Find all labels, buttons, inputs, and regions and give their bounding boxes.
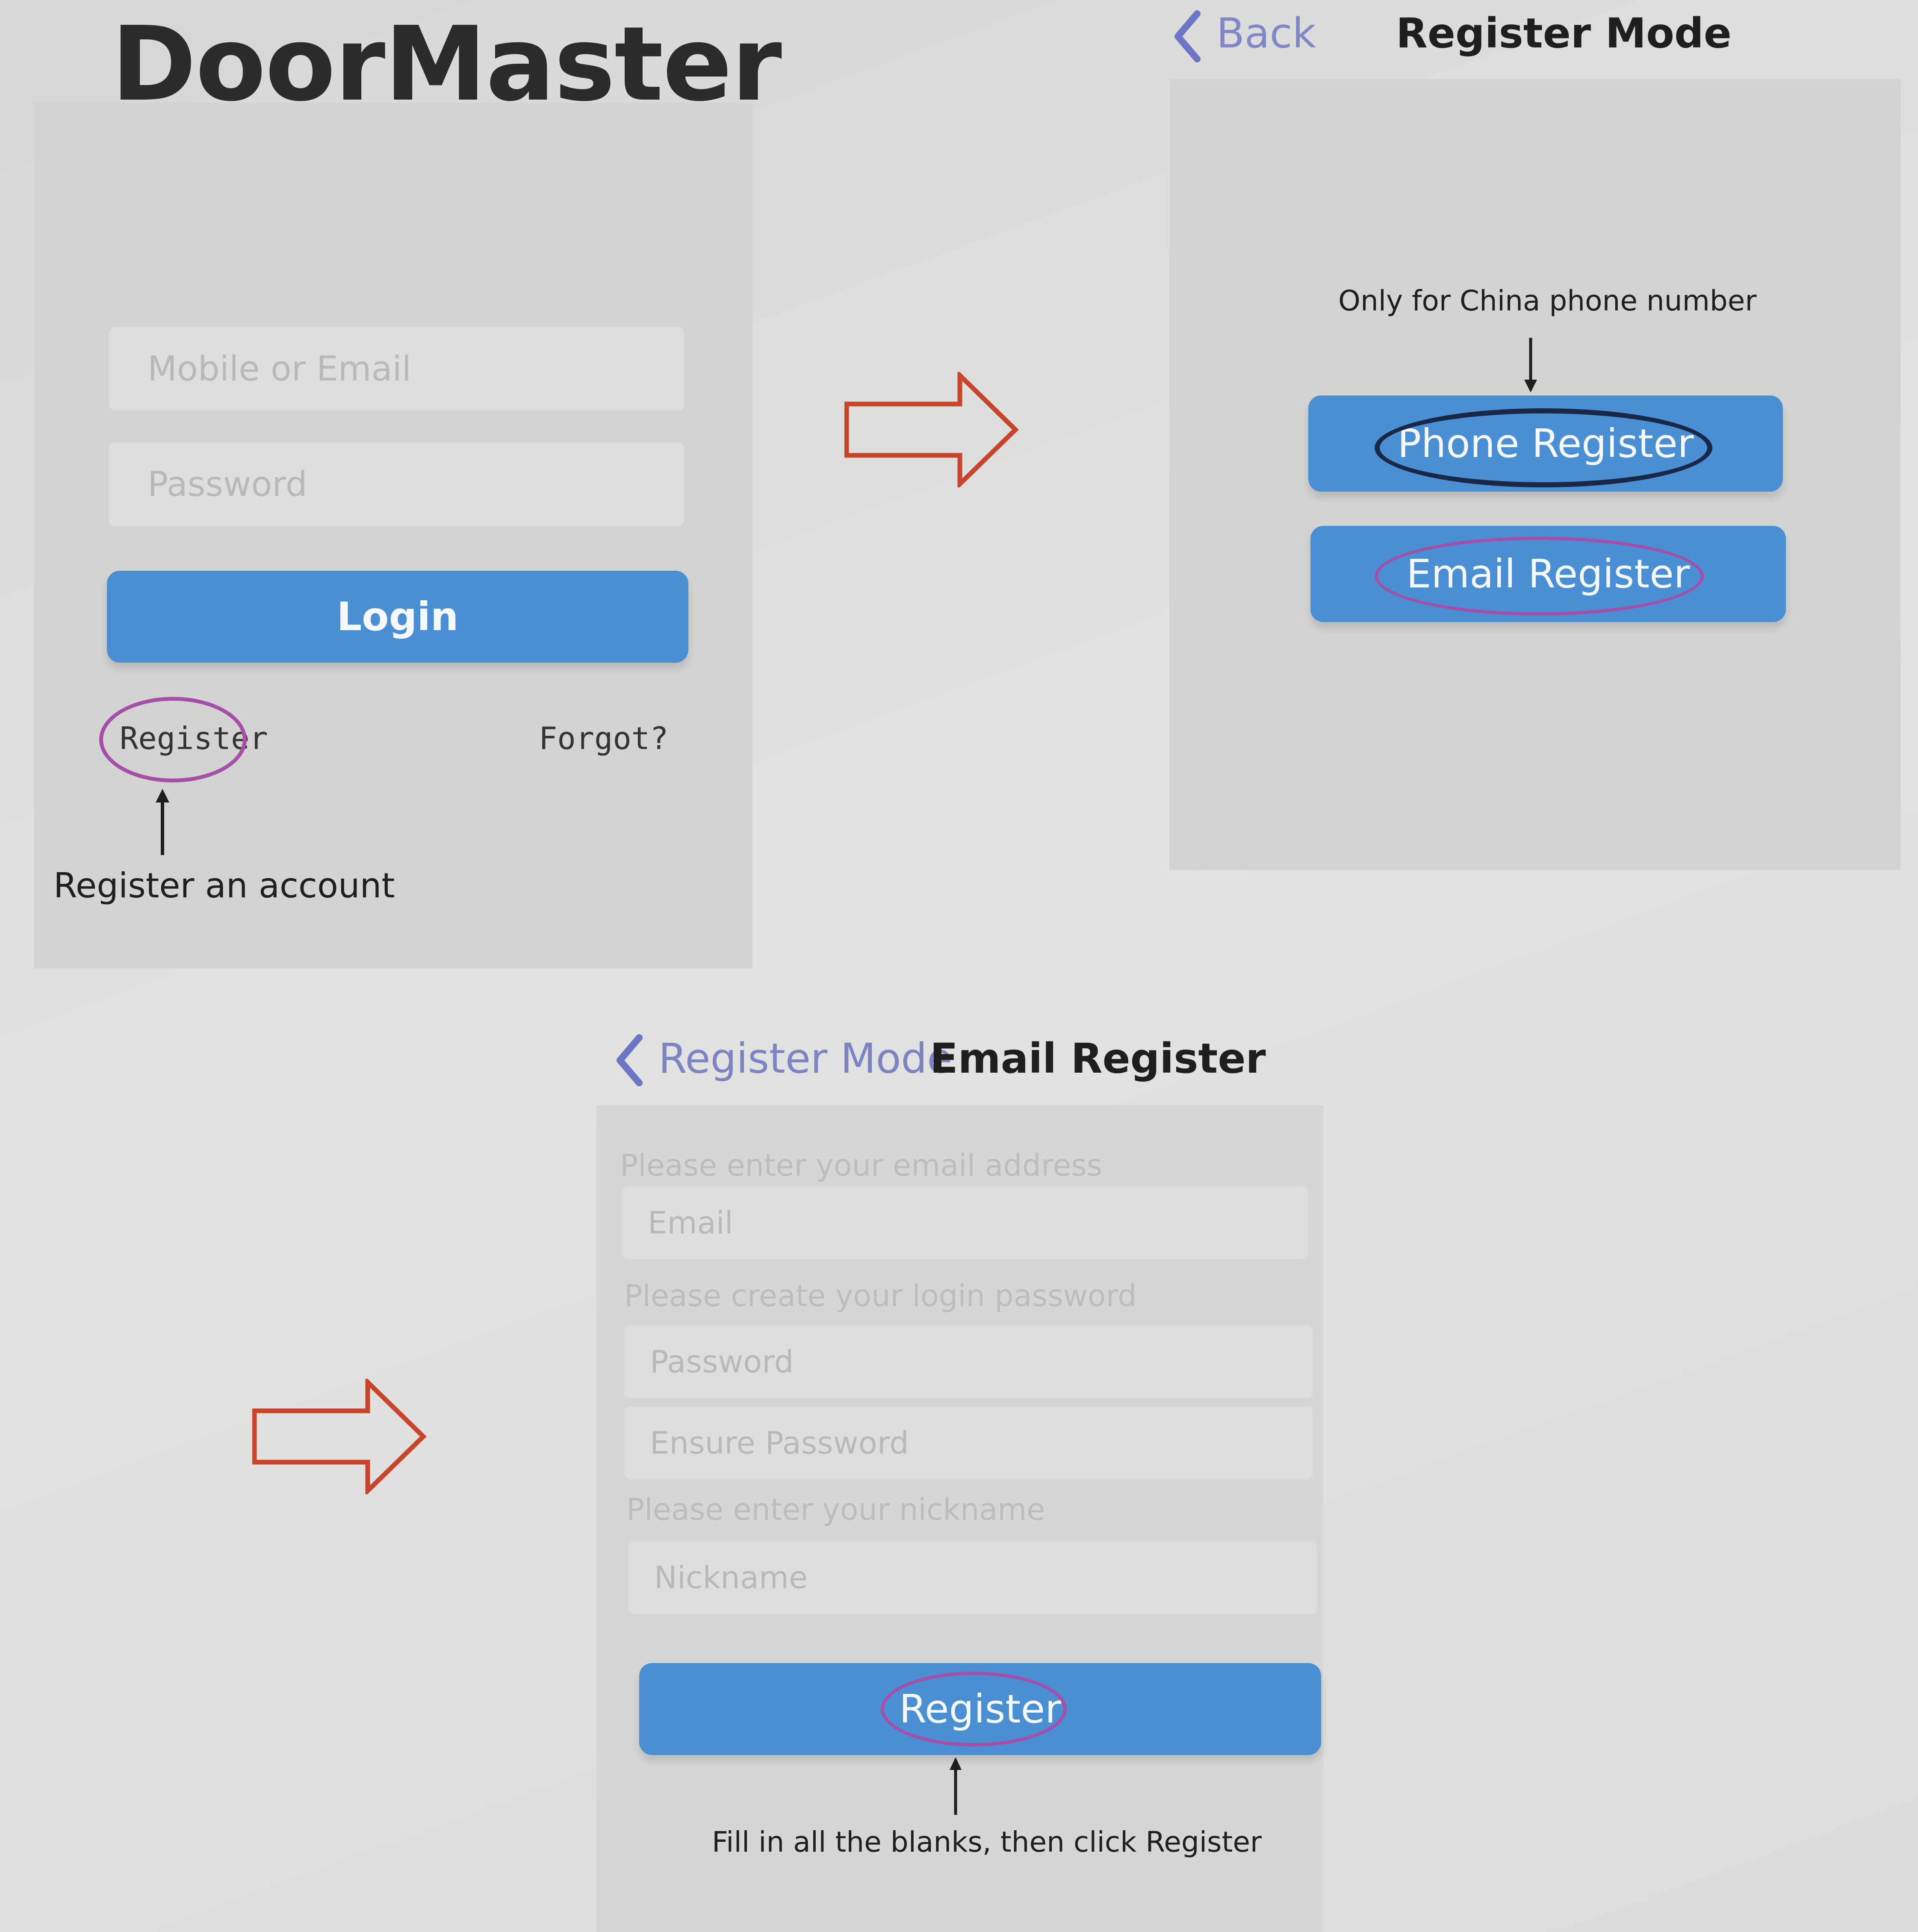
new-password-input[interactable]: Password — [624, 1325, 1313, 1398]
chevron-left-icon[interactable] — [1169, 9, 1208, 64]
email-register-label: Email Register — [1406, 551, 1690, 597]
phone-register-label: Phone Register — [1397, 421, 1694, 466]
arrow-down-icon — [1524, 338, 1537, 392]
register-link[interactable]: Register — [120, 720, 268, 756]
right-arrow-icon — [252, 1379, 427, 1494]
arrow-up-icon — [950, 1757, 962, 1815]
password-placeholder: Password — [148, 464, 307, 504]
password-input[interactable]: Password — [109, 442, 684, 526]
forgot-link[interactable]: Forgot? — [539, 720, 668, 756]
login-button[interactable]: Login — [107, 571, 688, 663]
nickname-placeholder: Nickname — [654, 1560, 808, 1596]
nickname-input[interactable]: Nickname — [629, 1541, 1317, 1614]
fill-blanks-annotation: Fill in all the blanks, then click Regis… — [712, 1826, 1262, 1858]
email-input[interactable]: Email — [622, 1186, 1308, 1259]
email-submit-register-button[interactable]: Register — [639, 1663, 1321, 1755]
chevron-left-icon[interactable] — [611, 1032, 650, 1088]
arrow-up-icon — [156, 789, 169, 855]
email-register-title: Email Register — [930, 1035, 1266, 1083]
email-placeholder: Email — [648, 1205, 733, 1241]
confirm-password-input[interactable]: Ensure Password — [624, 1407, 1313, 1479]
register-mode-title: Register Mode — [1396, 9, 1732, 57]
right-arrow-icon — [844, 372, 1019, 487]
email-register-button[interactable]: Email Register — [1310, 526, 1786, 622]
confirm-password-placeholder: Ensure Password — [650, 1425, 909, 1461]
phone-annotation: Only for China phone number — [1338, 284, 1757, 317]
back-to-register-mode[interactable]: Register Mode — [658, 1035, 952, 1083]
register-annotation: Register an account — [53, 866, 395, 906]
account-input[interactable]: Mobile or Email — [109, 327, 684, 410]
account-placeholder: Mobile or Email — [148, 349, 412, 389]
email-hint: Please enter your email address — [620, 1148, 1103, 1183]
nickname-hint: Please enter your nickname — [626, 1492, 1045, 1527]
login-button-label: Login — [336, 594, 459, 640]
new-password-placeholder: Password — [650, 1344, 794, 1380]
password-hint: Please create your login password — [624, 1278, 1137, 1313]
phone-register-button[interactable]: Phone Register — [1308, 395, 1783, 492]
submit-register-label: Register — [899, 1686, 1061, 1732]
back-button[interactable]: Back — [1216, 9, 1316, 57]
login-screen — [34, 103, 752, 968]
